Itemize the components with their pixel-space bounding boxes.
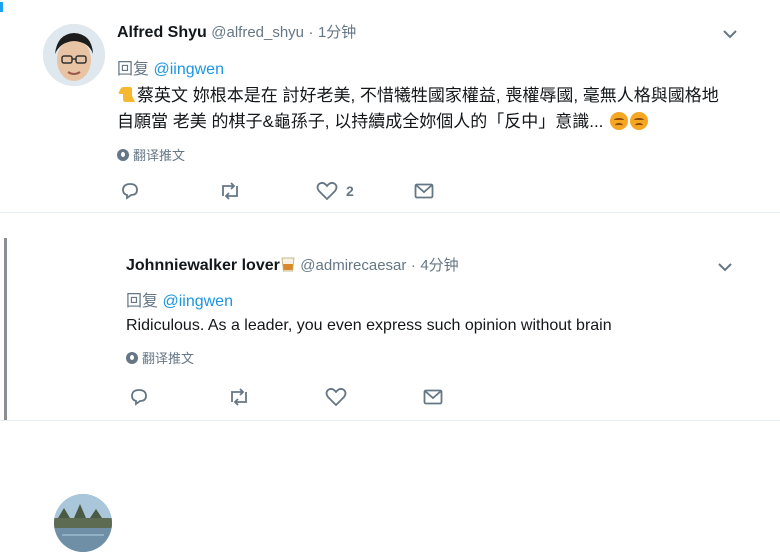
avatar[interactable] bbox=[43, 24, 105, 86]
translate-label: 翻译推文 bbox=[142, 351, 195, 366]
reply-mention-link[interactable]: @iingwen bbox=[162, 293, 233, 310]
message-icon bbox=[414, 183, 434, 199]
tweet-header: Alfred Shyu @alfred_shyu · 1分钟 bbox=[117, 23, 356, 43]
tweet-actions bbox=[129, 387, 483, 407]
like-button[interactable]: 2 bbox=[316, 181, 414, 201]
like-icon bbox=[325, 387, 347, 407]
translate-tweet-link[interactable]: 翻译推文 bbox=[117, 145, 185, 164]
confounded-face-emoji-icon bbox=[630, 112, 649, 130]
reply-prefix: 回复 bbox=[117, 61, 150, 78]
like-count: 2 bbox=[346, 183, 354, 199]
thumbs-down-emoji-icon bbox=[118, 87, 135, 102]
reply-context: 回复 @iingwen bbox=[117, 55, 224, 79]
separator-dot: · bbox=[308, 24, 314, 41]
reply-icon bbox=[122, 183, 138, 200]
tweet-text-line2: 自願當 老美 的棋子&龜孫子, 以持續成全妳個人的「反中」意識... bbox=[117, 112, 604, 131]
globe-icon bbox=[126, 351, 138, 364]
timestamp[interactable]: 1分钟 bbox=[318, 24, 356, 41]
direct-message-button[interactable] bbox=[414, 182, 474, 200]
username[interactable]: @admirecaesar bbox=[300, 257, 406, 274]
retweet-button[interactable] bbox=[218, 181, 316, 201]
retweet-button[interactable] bbox=[227, 387, 325, 407]
chevron-down-icon[interactable] bbox=[721, 25, 739, 43]
reply-icon bbox=[131, 389, 147, 406]
like-button[interactable] bbox=[325, 387, 423, 407]
tweet-card[interactable]: Johnniewalker lover @admirecaesar · 4分钟 … bbox=[0, 238, 780, 552]
reply-context: 回复 @iingwen bbox=[126, 287, 233, 311]
tweet-text-line1: 蔡英文 妳根本是在 討好老美, 不惜犧牲國家權益, 喪權辱國, 毫無人格與國格地 bbox=[137, 86, 719, 105]
retweet-icon bbox=[222, 182, 238, 200]
thread-bar bbox=[4, 238, 7, 420]
tweet-text: Ridiculous. As a leader, you even expres… bbox=[126, 317, 612, 334]
message-icon bbox=[423, 389, 443, 405]
translate-tweet-link[interactable]: 翻译推文 bbox=[126, 348, 194, 367]
chevron-down-icon[interactable] bbox=[716, 258, 734, 276]
tweet-card[interactable]: Alfred Shyu @alfred_shyu · 1分钟 回复 @iingw… bbox=[0, 0, 780, 212]
tweet-header: Johnniewalker lover @admirecaesar · 4分钟 bbox=[126, 256, 459, 276]
reply-button[interactable] bbox=[120, 181, 218, 201]
display-name[interactable]: Alfred Shyu bbox=[117, 24, 207, 41]
translate-label: 翻译推文 bbox=[133, 148, 186, 163]
direct-message-button[interactable] bbox=[423, 388, 483, 406]
whisky-glass-emoji-icon bbox=[281, 257, 295, 272]
username[interactable]: @alfred_shyu bbox=[211, 24, 304, 41]
divider bbox=[0, 420, 780, 421]
reply-prefix: 回复 bbox=[126, 293, 159, 310]
divider bbox=[0, 212, 780, 213]
reply-mention-link[interactable]: @iingwen bbox=[153, 61, 224, 78]
avatar[interactable] bbox=[54, 494, 112, 552]
reply-button[interactable] bbox=[129, 387, 227, 407]
confounded-face-emoji-icon bbox=[610, 112, 629, 130]
separator-dot: · bbox=[410, 257, 416, 274]
tweet-actions: 2 bbox=[120, 181, 474, 201]
display-name[interactable]: Johnniewalker lover bbox=[126, 257, 280, 274]
retweet-icon bbox=[231, 388, 247, 406]
like-icon bbox=[316, 181, 338, 201]
globe-icon bbox=[117, 148, 129, 161]
timestamp[interactable]: 4分钟 bbox=[420, 257, 458, 274]
tweet-text: 蔡英文 妳根本是在 討好老美, 不惜犧牲國家權益, 喪權辱國, 毫無人格與國格地… bbox=[117, 83, 757, 135]
